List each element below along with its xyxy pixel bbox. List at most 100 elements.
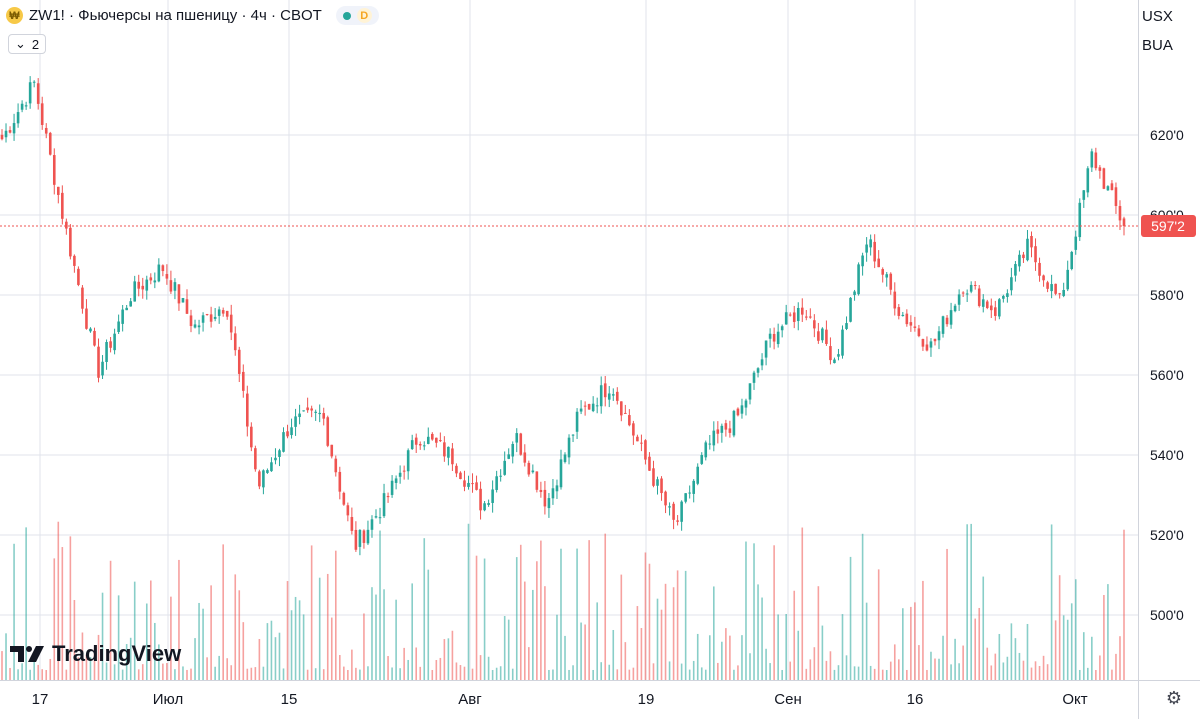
- volume-bar: [990, 665, 993, 680]
- candle-body: [768, 333, 772, 339]
- candle-body: [515, 433, 519, 443]
- volume-bar: [616, 669, 619, 680]
- candle-body: [1038, 262, 1041, 276]
- candle-body: [575, 411, 579, 432]
- candle-body: [973, 285, 977, 287]
- candlesticks: [0, 76, 1138, 556]
- candle-body: [370, 519, 374, 530]
- volume-bar: [9, 667, 11, 680]
- candle-body: [402, 470, 406, 472]
- volume-bar: [576, 548, 578, 680]
- volume-bar: [873, 668, 876, 680]
- candle-body: [499, 475, 502, 477]
- candle-body: [250, 426, 253, 448]
- volume-bar: [640, 628, 643, 680]
- volume-bar: [700, 667, 703, 680]
- currency-sub[interactable]: BUA: [1136, 37, 1200, 54]
- candle-body: [684, 493, 687, 502]
- volume-bar: [660, 609, 663, 680]
- volume-bar: [837, 665, 840, 680]
- candle-body: [1102, 168, 1106, 189]
- volume-bar: [41, 669, 44, 680]
- volume-bar: [415, 647, 418, 680]
- volume-bar: [849, 556, 852, 680]
- volume-bar: [982, 576, 985, 680]
- candle-body: [173, 282, 177, 291]
- volume-bar: [1078, 669, 1081, 680]
- candle-body: [957, 294, 961, 305]
- candle-body: [849, 297, 852, 322]
- candle-body: [796, 307, 800, 322]
- volume-bar: [974, 618, 977, 680]
- candle-body: [756, 368, 760, 373]
- candle-body: [881, 269, 885, 275]
- candle-body: [61, 192, 64, 219]
- candle-body: [310, 408, 313, 411]
- candle-body: [286, 431, 289, 437]
- candle-body: [728, 428, 732, 433]
- volume-bar: [367, 666, 369, 680]
- candle-body: [40, 103, 44, 125]
- volume-bar: [487, 656, 490, 680]
- candle-body: [85, 308, 88, 329]
- candle-body: [410, 440, 414, 450]
- volume-bar: [1006, 656, 1009, 680]
- candle-body: [640, 442, 643, 444]
- volume-bar: [411, 583, 413, 680]
- market-status[interactable]: D: [335, 6, 379, 25]
- volume-bar: [922, 580, 924, 680]
- candle-body: [873, 241, 876, 262]
- volume-bar: [889, 661, 892, 680]
- volume-bar: [998, 633, 1001, 680]
- indicator-collapse-button[interactable]: ⌄ 2: [8, 34, 47, 54]
- candle-body: [611, 394, 615, 396]
- delayed-badge: D: [356, 8, 372, 23]
- chart-title: ZW1! · Фьючерсы на пшеницу · 4ч · CBOT: [29, 7, 322, 24]
- volume-bar: [568, 669, 570, 680]
- volume-bar: [427, 569, 430, 680]
- candle-body: [869, 239, 872, 248]
- volume-bar: [821, 625, 824, 680]
- volume-bar: [881, 669, 884, 680]
- candle-body: [334, 458, 338, 473]
- volume-bar: [334, 550, 337, 680]
- candle-body: [603, 383, 607, 398]
- candle-body: [543, 489, 547, 507]
- candle-body: [1002, 296, 1005, 299]
- candle-body: [439, 440, 442, 442]
- candle-body: [845, 323, 848, 329]
- candle-body: [1014, 264, 1017, 276]
- candle-body: [366, 529, 370, 544]
- candle-body: [1114, 187, 1118, 207]
- currency-unit[interactable]: USX: [1136, 8, 1200, 25]
- settings-gear-icon[interactable]: ⚙: [1166, 688, 1182, 709]
- candle-body: [531, 470, 535, 473]
- candle-body: [101, 361, 104, 376]
- x-tick-label: 19: [638, 691, 655, 708]
- volume-bar: [314, 668, 317, 680]
- volume-bar: [869, 665, 872, 680]
- volume-bar: [902, 608, 904, 680]
- volume-bar: [805, 668, 808, 680]
- volume-bar: [552, 669, 554, 680]
- candle-body: [455, 465, 458, 474]
- volume-bar: [262, 666, 265, 680]
- volume-bar: [194, 638, 196, 680]
- candle-body: [825, 329, 828, 344]
- volume-bar: [451, 630, 454, 680]
- volume-bar: [459, 665, 462, 680]
- candle-body: [800, 307, 804, 315]
- price-axis[interactable]: 500'0520'0540'0560'0580'0600'0620'017Июл…: [0, 0, 1200, 719]
- candle-body: [595, 405, 599, 407]
- candle-body: [981, 299, 985, 307]
- volume-bar: [572, 665, 574, 680]
- candle-body: [740, 405, 744, 414]
- volume-bar: [564, 635, 566, 680]
- volume-bar: [1103, 595, 1105, 680]
- volume-bar: [544, 586, 546, 680]
- volume-bar: [648, 563, 651, 680]
- candle-body: [551, 488, 555, 499]
- price-chart[interactable]: 500'0520'0540'0560'0580'0600'0620'017Июл…: [0, 0, 1200, 719]
- candle-body: [1082, 190, 1086, 200]
- candle-body: [471, 483, 474, 485]
